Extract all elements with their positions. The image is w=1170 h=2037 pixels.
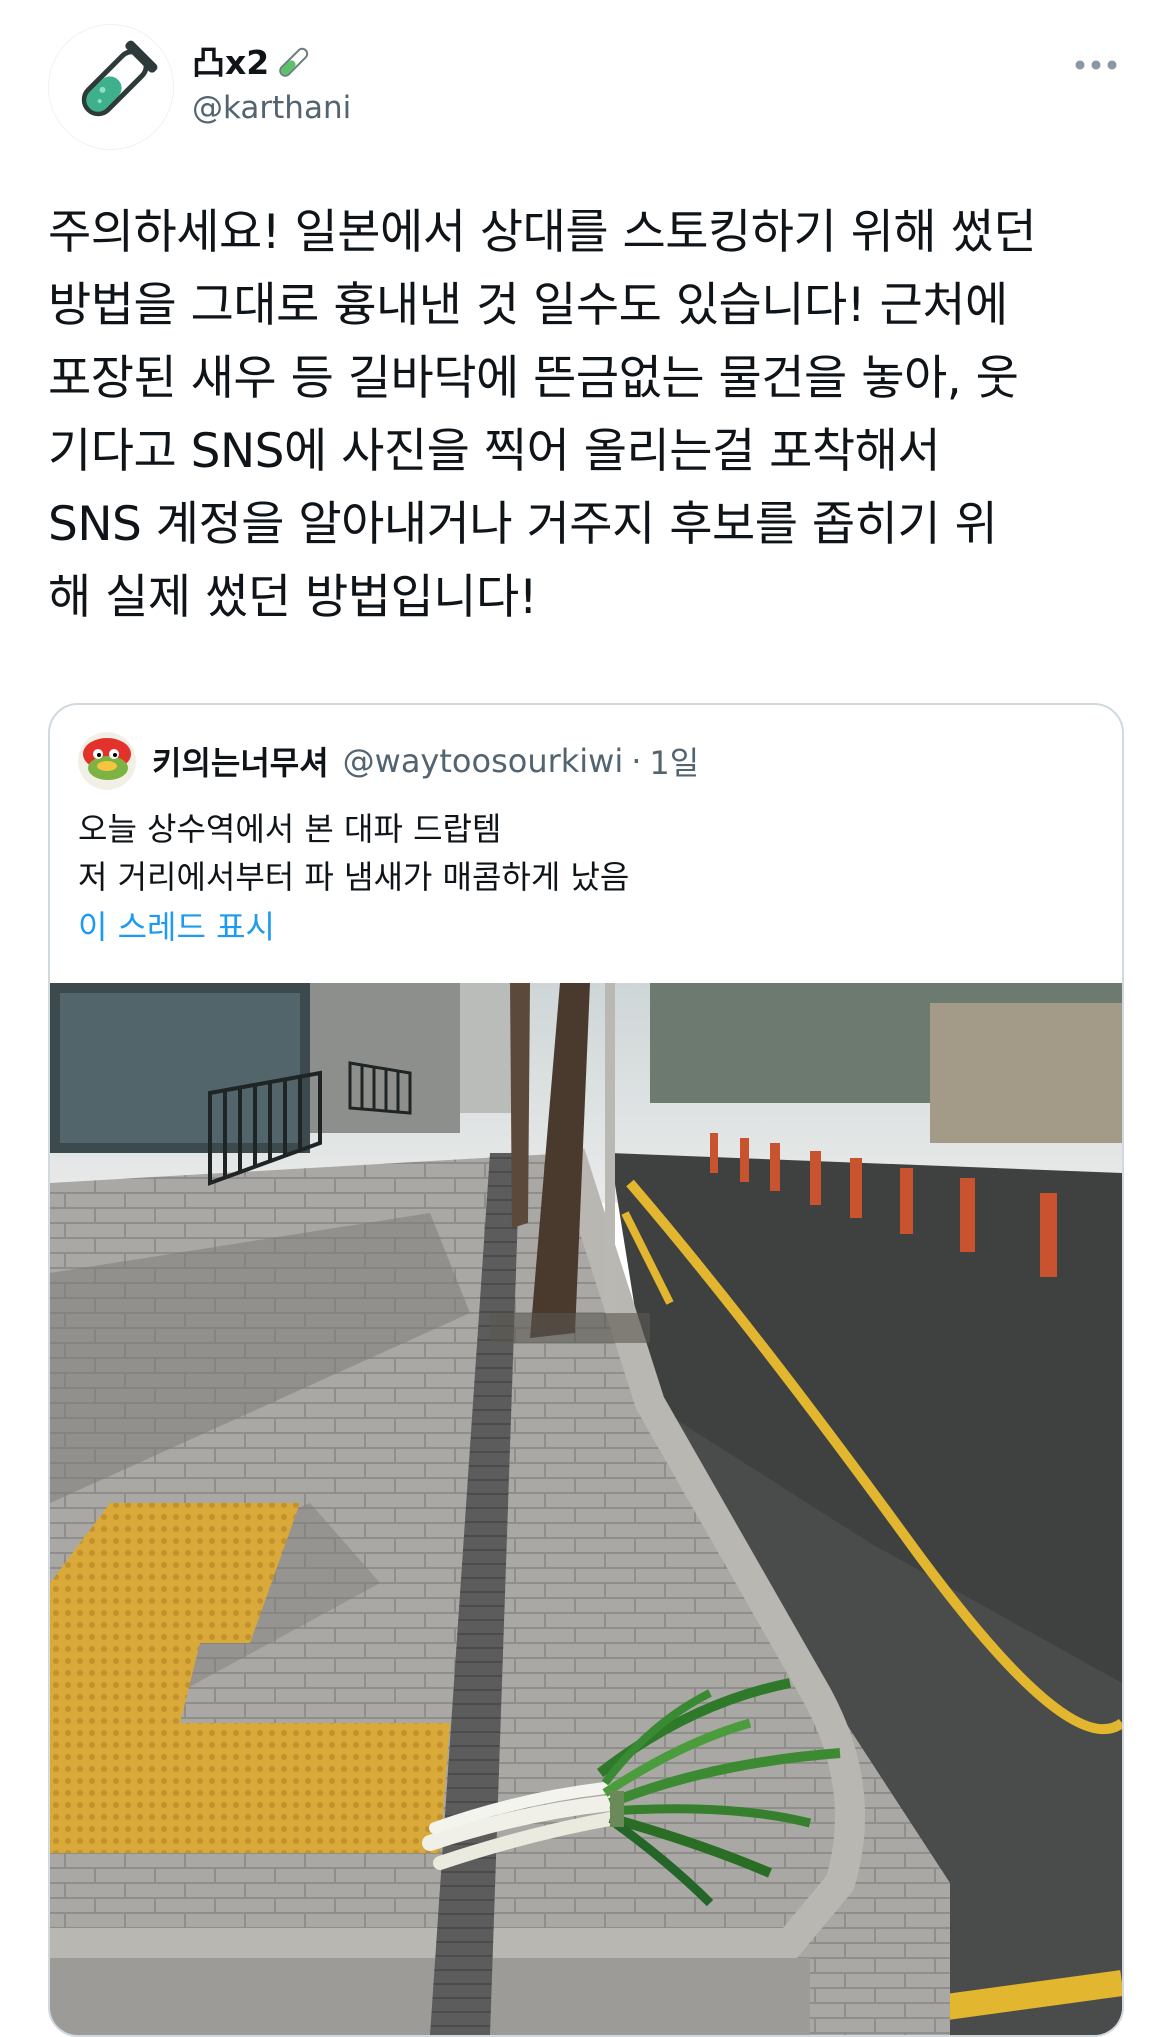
quoted-tweet-header: 키의는너무셔 @waytoosourkiwi · 1일	[78, 731, 699, 791]
author-avatar[interactable]	[48, 24, 174, 150]
quoted-author-avatar	[78, 732, 136, 790]
tweet-text: 주의하세요! 일본에서 상대를 스토킹하기 위해 썼던 방법을 그대로 흉내낸 …	[48, 205, 1037, 625]
display-name-text: 凸x2	[192, 43, 270, 82]
quoted-author-handle: @waytoosourkiwi	[342, 742, 624, 780]
kiwi-character-icon	[78, 732, 136, 790]
ellipsis-icon	[1075, 60, 1117, 70]
test-tube-emoji-icon	[273, 43, 313, 83]
quoted-author-name: 키의는너무셔	[152, 744, 329, 782]
quoted-tweet-card[interactable]: 키의는너무셔 @waytoosourkiwi · 1일 오늘 상수역에서 본 대…	[48, 703, 1124, 2037]
author-handle[interactable]: @karthani	[192, 86, 351, 130]
tweet-header: 凸x2 @karthani	[48, 20, 1122, 150]
author-display-name[interactable]: 凸x2	[192, 40, 313, 86]
quoted-tweet-text: 오늘 상수역에서 본 대파 드랍템 저 거리에서부터 파 냄새가 매콤하게 났음	[78, 810, 630, 896]
separator-dot: ·	[631, 742, 642, 780]
quoted-tweet-photo[interactable]	[50, 983, 1122, 2035]
more-options-button[interactable]	[1070, 50, 1122, 80]
quoted-tweet-time[interactable]: 1일	[649, 738, 699, 784]
street-photo-image	[50, 983, 1122, 2035]
show-thread-link[interactable]: 이 스레드 표시	[78, 903, 275, 951]
test-tube-icon	[49, 25, 173, 149]
